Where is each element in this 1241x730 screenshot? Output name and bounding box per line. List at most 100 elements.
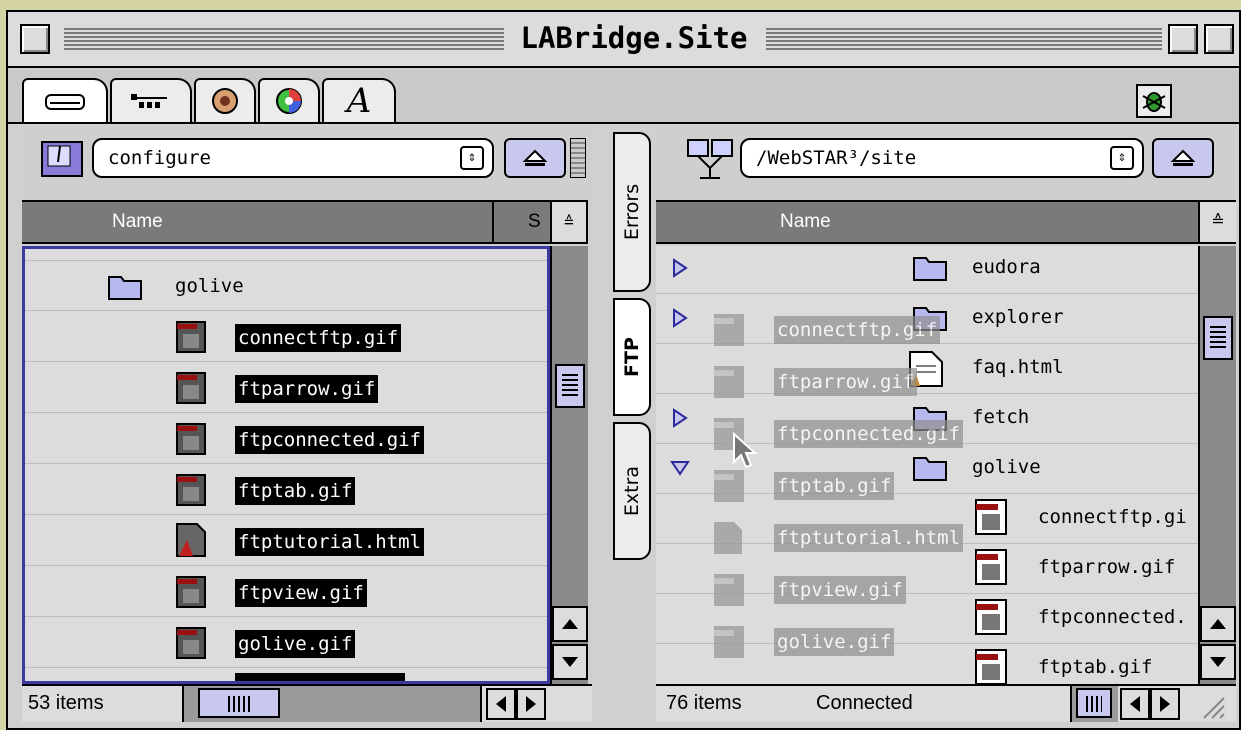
ghost-file-icon xyxy=(714,366,744,398)
list-item[interactable]: ftparrow.gif xyxy=(25,363,547,413)
eject-icon xyxy=(1170,149,1196,166)
thumb-grip xyxy=(562,374,578,396)
list-item[interactable]: ftptutorial.html xyxy=(25,516,547,566)
partial-row-highlight xyxy=(235,673,405,681)
tab-local-disk[interactable] xyxy=(22,78,108,122)
scroll-down-button[interactable] xyxy=(552,644,588,680)
tab-colors[interactable] xyxy=(194,78,256,122)
local-vertical-scrollbar[interactable] xyxy=(550,246,588,684)
finder-icon xyxy=(41,141,83,177)
sort-direction-button[interactable]: ≙ xyxy=(1198,202,1236,242)
arrow-cursor-icon xyxy=(733,432,758,469)
scroll-left-button[interactable] xyxy=(486,688,516,720)
horizontal-scroll-thumb[interactable] xyxy=(1076,688,1112,718)
tab-color-palette[interactable] xyxy=(258,78,320,122)
zoom-box[interactable] xyxy=(1168,24,1198,54)
remote-name-header[interactable]: Name ≙ xyxy=(656,200,1236,244)
tab-ftp[interactable]: FTP xyxy=(613,298,651,416)
color-wheel-icon xyxy=(212,88,238,114)
list-row-partial xyxy=(25,249,547,261)
tab-errors-label: Errors xyxy=(621,183,643,241)
local-scroll-thumb[interactable] xyxy=(555,364,585,408)
ghost-file-icon xyxy=(714,574,744,606)
scroll-up-button[interactable] xyxy=(552,606,588,642)
local-folder-popup[interactable]: configure ⇕ xyxy=(92,138,494,178)
remote-folder-label: /WebSTAR³/site xyxy=(756,147,917,169)
local-folder-label: configure xyxy=(108,147,211,169)
ghost-file-icon xyxy=(714,314,744,346)
file-name: golive xyxy=(175,275,244,297)
arrow-up-icon xyxy=(562,619,578,629)
drag-ghost-name: ftpview.gif xyxy=(774,576,906,604)
scroll-up-button[interactable] xyxy=(1200,606,1236,642)
tab-fonts[interactable]: A xyxy=(322,78,396,122)
drag-ghost-name: golive.gif xyxy=(774,628,895,656)
remote-header: /WebSTAR³/site ⇕ xyxy=(656,136,1236,180)
file-name: ftptab.gif xyxy=(235,477,356,505)
folder-icon xyxy=(108,276,142,300)
horizontal-scroll-thumb[interactable] xyxy=(198,688,280,718)
scroll-down-button[interactable] xyxy=(1200,644,1236,680)
file-name: ftpview.gif xyxy=(235,579,367,607)
remote-vertical-scrollbar[interactable] xyxy=(1198,246,1236,684)
column-divider xyxy=(492,202,494,242)
gif-file-icon xyxy=(176,474,206,506)
popup-arrows-icon: ⇕ xyxy=(460,146,484,170)
site-tab-row: A xyxy=(8,70,1239,124)
arrow-left-icon xyxy=(1130,696,1140,712)
tab-extra-label: Extra xyxy=(621,465,643,517)
remote-horizontal-scrollbar[interactable] xyxy=(1070,686,1118,722)
remote-status-bar: 76 items Connected xyxy=(656,684,1236,722)
site-window: LABridge.Site A configure ⇕ Name S ≙ gol… xyxy=(6,10,1241,730)
drag-ghost-name: ftpconnected.gif xyxy=(774,420,964,448)
gif-file-icon xyxy=(176,372,206,404)
html-file-icon xyxy=(176,523,206,557)
disk-icon xyxy=(45,94,85,110)
local-name-header[interactable]: Name S xyxy=(22,200,558,244)
file-name: ftptutorial.html xyxy=(235,528,425,556)
scroll-left-button[interactable] xyxy=(1120,688,1150,720)
remote-folder-popup[interactable]: /WebSTAR³/site ⇕ xyxy=(740,138,1144,178)
tab-ftp-label: FTP xyxy=(621,337,643,377)
scroll-right-button[interactable] xyxy=(1150,688,1180,720)
tab-network[interactable] xyxy=(110,78,192,122)
arrow-left-icon xyxy=(496,696,506,712)
sort-direction-button[interactable]: ≙ xyxy=(550,200,588,244)
drag-ghost-name: connectftp.gif xyxy=(774,316,941,344)
list-item[interactable]: golive xyxy=(25,261,547,311)
font-a-icon: A xyxy=(346,81,372,121)
file-name: connectftp.gif xyxy=(235,324,402,352)
list-item[interactable]: connectftp.gif xyxy=(25,312,547,362)
title-bar[interactable]: LABridge.Site xyxy=(8,12,1239,68)
arrow-right-icon xyxy=(526,696,536,712)
bug-report-button[interactable] xyxy=(1136,84,1172,118)
local-file-list: golive connectftp.gif ftparrow.gif ftpco… xyxy=(22,246,550,684)
split-handle[interactable] xyxy=(570,138,586,178)
tab-extra[interactable]: Extra xyxy=(613,422,651,560)
arrow-down-icon xyxy=(562,657,578,667)
local-header: configure ⇕ xyxy=(22,136,592,180)
drag-ghost-name: ftparrow.gif xyxy=(774,368,918,396)
local-horizontal-scrollbar[interactable] xyxy=(182,686,482,722)
remote-eject-button[interactable] xyxy=(1152,138,1214,178)
thumb-grip xyxy=(228,696,250,712)
tab-errors[interactable]: Errors xyxy=(613,132,651,292)
local-pane: configure ⇕ Name S ≙ golive connectftp.g… xyxy=(22,126,592,722)
list-item[interactable]: ftpview.gif xyxy=(25,567,547,617)
color-picker-icon xyxy=(276,88,302,114)
list-item[interactable]: golive.gif xyxy=(25,618,547,668)
resize-grip-icon[interactable] xyxy=(1196,690,1226,720)
file-name: golive.gif xyxy=(235,630,356,658)
close-box[interactable] xyxy=(20,24,50,54)
bug-icon xyxy=(1142,92,1166,112)
scroll-right-button[interactable] xyxy=(516,688,546,720)
list-item[interactable]: ftptab.gif xyxy=(25,465,547,515)
arrow-down-icon xyxy=(1210,657,1226,667)
local-eject-button[interactable] xyxy=(504,138,566,178)
collapse-box[interactable] xyxy=(1204,24,1234,54)
remote-scroll-thumb[interactable] xyxy=(1203,316,1233,360)
drag-ghost-name: ftptab.gif xyxy=(774,472,895,500)
remote-file-list: eudora explorer faq.html fetch golive co… xyxy=(656,246,1198,684)
list-item[interactable]: ftpconnected.gif xyxy=(25,414,547,464)
title-stripes-left xyxy=(64,26,504,50)
